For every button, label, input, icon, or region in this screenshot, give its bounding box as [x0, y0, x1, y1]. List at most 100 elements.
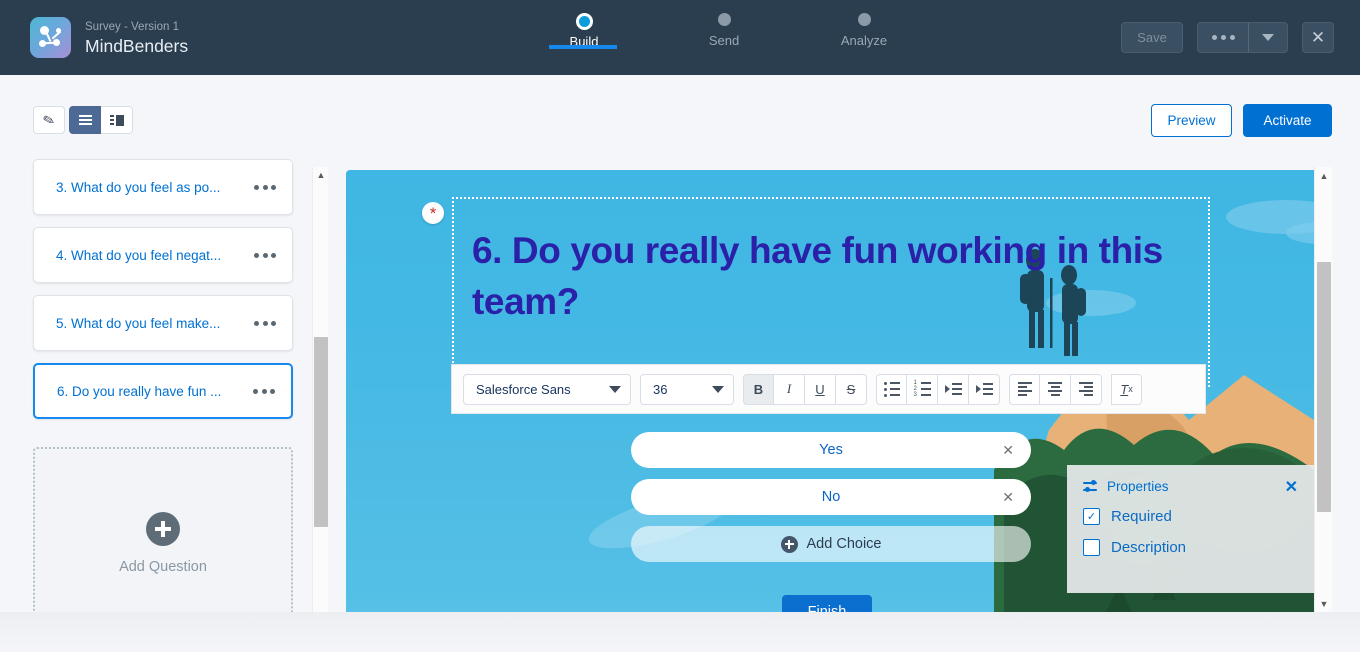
chevron-down-icon: [712, 385, 724, 393]
chevron-down-icon[interactable]: ▼: [1315, 595, 1333, 612]
sidebar-item-question-4[interactable]: 4. What do you feel negat...: [33, 227, 293, 283]
description-label: Description: [1111, 539, 1187, 556]
step-build[interactable]: Build: [540, 0, 628, 49]
required-marker-badge: *: [422, 202, 444, 224]
activate-button[interactable]: Activate: [1243, 104, 1332, 137]
panel-view-icon[interactable]: [101, 106, 133, 134]
brush-icon[interactable]: ✎: [33, 106, 65, 134]
step-active-indicator: [549, 45, 617, 49]
step-send-label: Send: [708, 33, 740, 48]
canvas-scrollbar-thumb[interactable]: [1317, 262, 1331, 512]
save-button[interactable]: Save: [1121, 22, 1183, 53]
property-description[interactable]: Description: [1083, 539, 1298, 556]
page-footer: [0, 612, 1360, 652]
choice-label: Yes: [819, 442, 843, 458]
underline-label: U: [815, 381, 825, 397]
choice-label: No: [821, 489, 841, 505]
survey-version-label: Survey - Version 1: [85, 20, 179, 33]
strikethrough-label: S: [846, 381, 856, 397]
chevron-up-icon[interactable]: ▲: [313, 167, 329, 183]
bold-button[interactable]: B: [743, 373, 774, 405]
sidebar-item-question-6[interactable]: 6. Do you really have fun ...: [33, 363, 293, 419]
close-icon[interactable]: ✕: [1302, 22, 1334, 53]
indent-icon[interactable]: [938, 373, 969, 405]
align-right-icon[interactable]: [1071, 373, 1102, 405]
required-checkbox[interactable]: ✓: [1083, 508, 1100, 525]
chevron-up-icon[interactable]: ▲: [1315, 167, 1333, 184]
ellipsis-icon[interactable]: [252, 179, 278, 196]
app-header: Survey - Version 1 MindBenders Build Sen…: [0, 0, 1360, 75]
required-label: Required: [1111, 508, 1172, 525]
question-label: 4. What do you feel negat...: [56, 247, 222, 263]
close-icon[interactable]: ✕: [1002, 489, 1014, 506]
add-question-label: Add Question: [119, 559, 207, 575]
sidebar-scrollbar[interactable]: ▲ ▼: [312, 167, 328, 652]
canvas-scrollbar[interactable]: ▲ ▼: [1314, 167, 1332, 612]
font-family-value: Salesforce Sans: [476, 381, 571, 397]
align-group: [1009, 373, 1102, 405]
header-actions: Save ✕: [1121, 22, 1334, 53]
chevron-down-icon: [609, 385, 621, 393]
sidebar-item-question-3[interactable]: 3. What do you feel as po...: [33, 159, 293, 215]
step-build-dot: [575, 13, 593, 30]
text-style-group: B I U S: [743, 373, 867, 405]
bulleted-list-icon[interactable]: [876, 373, 907, 405]
list-group: 1 2 3: [876, 373, 1000, 405]
ellipsis-icon[interactable]: [252, 247, 278, 264]
underline-button[interactable]: U: [805, 373, 836, 405]
font-size-select[interactable]: 36: [640, 373, 734, 405]
step-send-dot: [717, 13, 731, 26]
numbered-list-icon[interactable]: 1 2 3: [907, 373, 938, 405]
property-required[interactable]: ✓ Required: [1083, 508, 1298, 525]
clear-formatting-icon[interactable]: Tx: [1111, 373, 1142, 405]
question-label: 6. Do you really have fun ...: [57, 383, 222, 399]
preview-button[interactable]: Preview: [1151, 104, 1232, 137]
outdent-icon[interactable]: [969, 373, 1000, 405]
clear-format-label: T: [1120, 381, 1129, 397]
choice-option[interactable]: Yes ✕: [631, 432, 1031, 468]
ellipsis-icon[interactable]: [1198, 23, 1248, 52]
italic-button[interactable]: I: [774, 373, 805, 405]
question-title-text[interactable]: 6. Do you really have fun working in thi…: [472, 225, 1182, 327]
sidebar-scrollbar-thumb[interactable]: [314, 337, 328, 527]
properties-title: Properties: [1107, 479, 1169, 494]
survey-canvas: * 6. Do you really have fun working in t…: [346, 170, 1314, 612]
question-label: 5. What do you feel make...: [56, 315, 221, 331]
close-icon[interactable]: ✕: [1002, 442, 1014, 459]
sidebar-item-question-5[interactable]: 5. What do you feel make...: [33, 295, 293, 351]
clear-format-group: Tx: [1111, 373, 1142, 405]
sub-toolbar: ✎ Preview Activate: [0, 75, 1360, 152]
font-family-select[interactable]: Salesforce Sans: [463, 373, 631, 405]
plus-circle-icon: [146, 512, 180, 546]
align-left-icon[interactable]: [1009, 373, 1040, 405]
step-analyze-dot: [857, 13, 871, 26]
close-icon[interactable]: ✕: [1285, 477, 1298, 497]
question-list-sidebar: 3. What do you feel as po... 4. What do …: [0, 152, 330, 652]
description-checkbox[interactable]: [1083, 539, 1100, 556]
survey-network-icon: [30, 17, 71, 58]
page-title: MindBenders: [85, 35, 189, 56]
properties-header: Properties ✕: [1083, 477, 1298, 497]
question-title-editor[interactable]: 6. Do you really have fun working in thi…: [452, 197, 1210, 387]
ellipsis-icon[interactable]: [251, 383, 277, 400]
step-nav: Build Send Analyze: [540, 0, 908, 75]
brand: Survey - Version 1 MindBenders: [0, 17, 188, 58]
settings-sliders-icon: [1083, 480, 1098, 493]
font-size-value: 36: [653, 381, 668, 397]
canvas-actions: Preview Activate: [1151, 104, 1332, 137]
step-analyze[interactable]: Analyze: [820, 0, 908, 48]
plus-circle-icon: [780, 535, 798, 553]
italic-label: I: [786, 381, 792, 396]
add-choice-label: Add Choice: [806, 536, 882, 552]
bold-label: B: [753, 381, 764, 397]
strikethrough-button[interactable]: S: [836, 373, 867, 405]
align-center-icon[interactable]: [1040, 373, 1071, 405]
chevron-down-icon[interactable]: [1249, 23, 1287, 52]
choice-option[interactable]: No ✕: [631, 479, 1031, 515]
step-send[interactable]: Send: [680, 0, 768, 48]
rich-text-toolbar: Salesforce Sans 36 B I U S 1 2 3 T x: [451, 364, 1206, 414]
add-choice-button[interactable]: Add Choice: [631, 526, 1031, 562]
finish-button[interactable]: Finish: [782, 595, 872, 612]
list-view-icon[interactable]: [69, 106, 101, 134]
ellipsis-icon[interactable]: [252, 315, 278, 332]
